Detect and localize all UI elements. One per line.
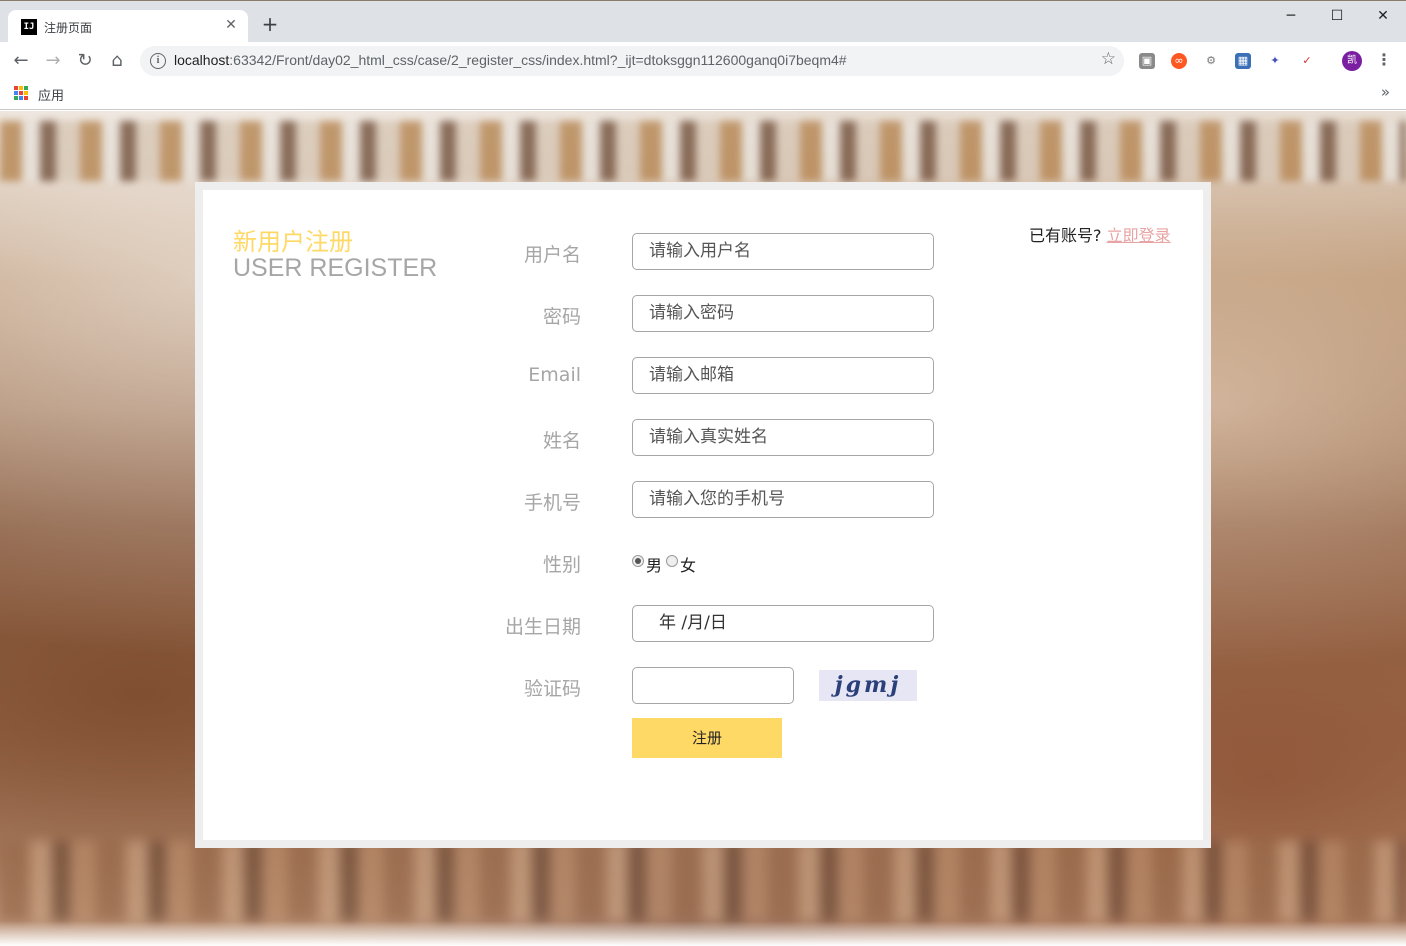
gender-female-radio[interactable] [666, 555, 678, 567]
background-texture-bottom [0, 841, 1406, 921]
extension-icon-2[interactable]: ∞ [1171, 53, 1187, 69]
forward-icon[interactable]: → [40, 48, 66, 74]
minimize-icon[interactable]: ─ [1268, 5, 1314, 27]
captcha-input[interactable] [632, 667, 794, 704]
extension-icon-4[interactable]: ▦ [1235, 53, 1251, 69]
gender-male-label[interactable]: 男 [646, 552, 662, 576]
realname-label: 姓名 [542, 430, 581, 452]
bookmark-star-icon[interactable]: ☆ [1101, 49, 1116, 69]
login-link[interactable]: 立即登录 [1107, 226, 1171, 245]
intellij-favicon-icon: IJ [21, 19, 37, 35]
have-account-hint: 已有账号? 立即登录 [1029, 222, 1171, 246]
url-text[interactable]: localhost:63342/Front/day02_html_css/cas… [174, 52, 847, 68]
browser-tab[interactable]: IJ 注册页面 ✕ [8, 10, 248, 44]
background-fade [0, 921, 1406, 946]
password-label: 密码 [542, 306, 581, 328]
bookmarks-overflow-icon[interactable]: » [1381, 83, 1390, 101]
gender-male-radio[interactable] [632, 555, 644, 567]
site-info-icon[interactable]: i [150, 53, 166, 69]
have-account-text: 已有账号? [1029, 226, 1102, 245]
profile-avatar[interactable]: 凯 [1342, 51, 1362, 71]
gender-female-label[interactable]: 女 [680, 552, 696, 576]
new-tab-icon[interactable]: + [259, 13, 281, 35]
address-bar[interactable]: i localhost:63342/Front/day02_html_css/c… [140, 46, 1124, 76]
username-input[interactable]: 请输入用户名 [632, 233, 934, 270]
maximize-icon[interactable]: ☐ [1314, 5, 1360, 27]
birthday-date-input[interactable]: 年 /月/日 [632, 605, 934, 642]
realname-input[interactable]: 请输入真实姓名 [632, 419, 934, 456]
apps-grid-icon[interactable] [14, 86, 28, 100]
extension-icon-1[interactable]: ▣ [1139, 53, 1155, 69]
captcha-label: 验证码 [523, 678, 581, 700]
email-input[interactable]: 请输入邮箱 [632, 357, 934, 394]
extension-icon-3[interactable]: ⚙ [1203, 53, 1219, 69]
register-button[interactable]: 注册 [632, 718, 782, 758]
register-card: 新用户注册 USER REGISTER 用户名 请输入用户名 密码 请输入密码 … [203, 190, 1203, 840]
gender-label: 性别 [542, 554, 581, 576]
bookmarks-bar: 应用 » [0, 80, 1406, 110]
email-label: Email [528, 364, 581, 386]
url-host: localhost [174, 52, 230, 68]
browser-titlebar: IJ 注册页面 ✕ + ─ ☐ ✕ [0, 0, 1406, 44]
back-icon[interactable]: ← [8, 48, 34, 74]
phone-input[interactable]: 请输入您的手机号 [632, 481, 934, 518]
reload-icon[interactable]: ↻ [72, 48, 98, 74]
tab-close-icon[interactable]: ✕ [222, 16, 240, 34]
register-frame: 新用户注册 USER REGISTER 用户名 请输入用户名 密码 请输入密码 … [195, 182, 1211, 848]
extension-icon-6[interactable]: ✓ [1299, 53, 1315, 69]
apps-bookmark-label[interactable]: 应用 [38, 85, 64, 104]
password-input[interactable]: 请输入密码 [632, 295, 934, 332]
url-path: :63342/Front/day02_html_css/case/2_regis… [229, 52, 847, 68]
title-chinese: 新用户注册 [233, 228, 353, 256]
page-background: 新用户注册 USER REGISTER 用户名 请输入用户名 密码 请输入密码 … [0, 111, 1406, 946]
birthday-label: 出生日期 [504, 616, 581, 638]
tab-title: 注册页面 [44, 21, 93, 35]
username-label: 用户名 [523, 244, 581, 266]
phone-label: 手机号 [523, 492, 581, 514]
background-texture [0, 121, 1406, 181]
browser-menu-icon[interactable]: ⋮ [1376, 50, 1392, 69]
home-icon[interactable]: ⌂ [104, 48, 130, 74]
close-window-icon[interactable]: ✕ [1360, 5, 1406, 27]
extension-icon-5[interactable]: ✦ [1267, 53, 1283, 69]
browser-toolbar: ← → ↻ ⌂ i localhost:63342/Front/day02_ht… [0, 42, 1406, 80]
captcha-image[interactable]: jgmj [819, 670, 917, 701]
